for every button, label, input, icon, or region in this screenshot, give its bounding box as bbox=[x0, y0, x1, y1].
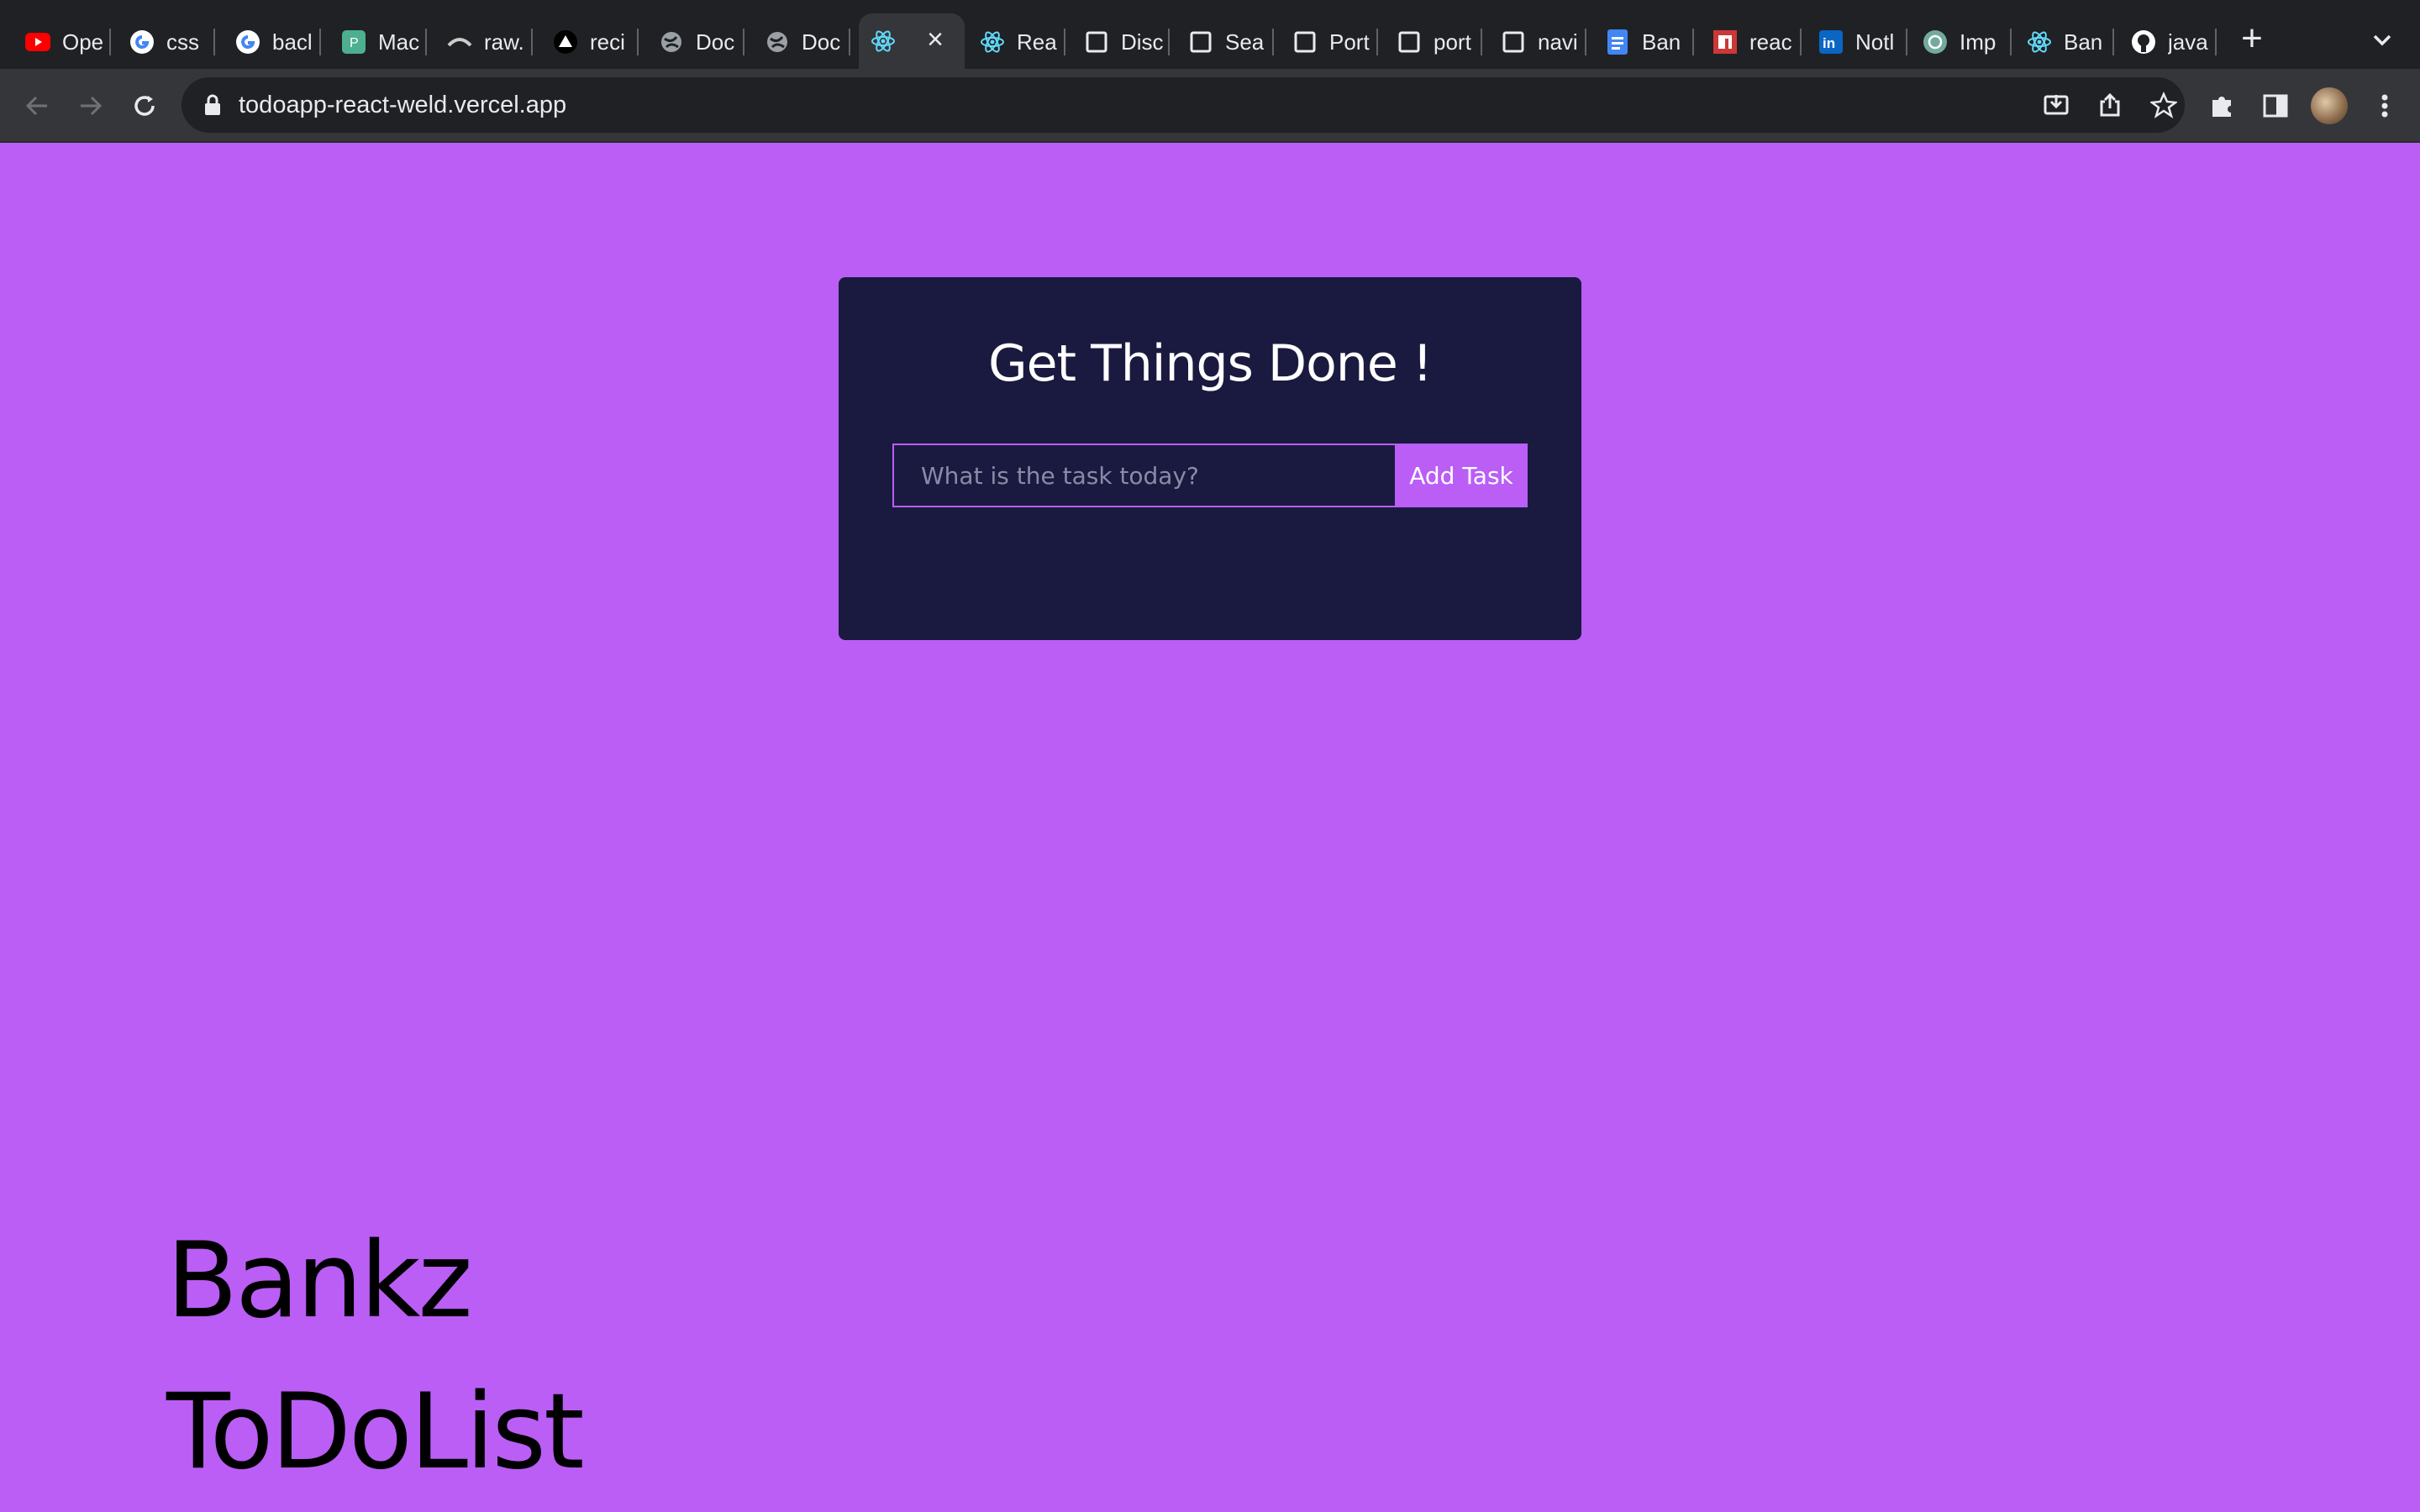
share-icon[interactable] bbox=[2096, 91, 2124, 119]
browser-tab[interactable]: css bbox=[118, 15, 215, 69]
browser-tab[interactable]: reci bbox=[541, 15, 639, 69]
svg-text:in: in bbox=[1823, 35, 1835, 51]
browser-tab[interactable]: Ban bbox=[2015, 15, 2114, 69]
lock-icon[interactable] bbox=[203, 94, 224, 116]
profile-avatar[interactable] bbox=[2311, 87, 2348, 124]
raw-icon bbox=[447, 29, 472, 55]
browser-tab[interactable]: Sea bbox=[1176, 15, 1274, 69]
browser-toolbar: todoapp-react-weld.vercel.app bbox=[0, 69, 2420, 143]
tab-title: Doc bbox=[696, 29, 735, 55]
svg-text:P: P bbox=[350, 36, 359, 50]
page-icon bbox=[1084, 29, 1109, 55]
react-icon bbox=[2027, 29, 2052, 55]
add-task-button[interactable]: Add Task bbox=[1395, 444, 1528, 507]
openai-icon bbox=[1923, 29, 1948, 55]
browser-tab[interactable]: java bbox=[2119, 15, 2217, 69]
side-panel-icon[interactable] bbox=[2259, 89, 2292, 123]
tab-title: reci bbox=[590, 29, 625, 55]
page-icon bbox=[1397, 29, 1422, 55]
tab-title: navi bbox=[1538, 29, 1578, 55]
npm-icon bbox=[1712, 29, 1738, 55]
page-icon bbox=[1292, 29, 1318, 55]
task-input[interactable] bbox=[892, 444, 1397, 507]
google-icon bbox=[235, 29, 260, 55]
browser-tab[interactable]: raw. bbox=[435, 15, 533, 69]
todo-card: Get Things Done ! Add Task bbox=[839, 277, 1581, 640]
docs-icon bbox=[1605, 29, 1630, 55]
tab-search-chevron-icon[interactable] bbox=[2368, 25, 2396, 54]
tab-title: raw. bbox=[484, 29, 524, 55]
tab-title: Disc bbox=[1121, 29, 1164, 55]
browser-tab[interactable]: P Mac bbox=[329, 15, 427, 69]
brand-subtitle: ToDoList bbox=[166, 1372, 585, 1493]
maccms-icon: P bbox=[341, 29, 366, 55]
brand-name: Bankz bbox=[166, 1221, 473, 1341]
browser-tab-strip: Ope css bacl P Mac raw. reci Doc Doc × R… bbox=[0, 0, 2420, 69]
browser-tab[interactable]: Port bbox=[1281, 15, 1378, 69]
browser-tab[interactable]: port bbox=[1385, 15, 1482, 69]
globe-icon bbox=[659, 29, 684, 55]
browser-tab[interactable]: Ope bbox=[13, 15, 111, 69]
linkedin-icon: in bbox=[1818, 29, 1844, 55]
tab-title: bacl bbox=[272, 29, 313, 55]
browser-tab[interactable]: reac bbox=[1701, 15, 1802, 69]
browser-tab[interactable]: Doc bbox=[753, 15, 850, 69]
tab-title: Ope bbox=[62, 29, 104, 55]
close-tab-icon[interactable]: × bbox=[921, 25, 950, 54]
tab-title: Port bbox=[1329, 29, 1370, 55]
reload-icon[interactable] bbox=[126, 87, 163, 124]
tab-title: Mac bbox=[378, 29, 420, 55]
forward-arrow-icon[interactable] bbox=[72, 87, 109, 124]
tab-title: port bbox=[1434, 29, 1471, 55]
tab-title: Imp bbox=[1960, 29, 1996, 55]
tab-title: Notl bbox=[1855, 29, 1895, 55]
react-icon bbox=[980, 29, 1005, 55]
browser-tab[interactable]: Doc bbox=[647, 15, 744, 69]
youtube-icon bbox=[25, 29, 50, 55]
browser-tab[interactable]: in Notl bbox=[1807, 15, 1907, 69]
tab-title: Rea bbox=[1017, 29, 1057, 55]
address-bar[interactable]: todoapp-react-weld.vercel.app bbox=[182, 77, 2185, 133]
google-icon bbox=[129, 29, 155, 55]
globe-icon bbox=[765, 29, 790, 55]
tab-title: Doc bbox=[802, 29, 841, 55]
tab-title: css bbox=[166, 29, 199, 55]
react-icon bbox=[871, 29, 896, 54]
page-icon bbox=[1501, 29, 1526, 55]
browser-tab[interactable]: bacl bbox=[224, 15, 321, 69]
github-icon bbox=[2131, 29, 2156, 55]
tab-title: reac bbox=[1749, 29, 1792, 55]
back-arrow-icon[interactable] bbox=[18, 87, 55, 124]
page-title: Get Things Done ! bbox=[988, 334, 1433, 393]
extensions-puzzle-icon[interactable] bbox=[2205, 89, 2238, 123]
browser-tab[interactable]: Rea bbox=[968, 15, 1065, 69]
browser-tab[interactable]: Imp bbox=[1911, 15, 2012, 69]
tab-title: Sea bbox=[1225, 29, 1265, 55]
tab-title: Ban bbox=[2064, 29, 2103, 55]
new-tab-icon[interactable]: + bbox=[2235, 20, 2269, 57]
tab-title: Ban bbox=[1642, 29, 1681, 55]
vercel-icon bbox=[553, 29, 578, 55]
browser-tab[interactable]: navi bbox=[1489, 15, 1586, 69]
more-menu-icon[interactable] bbox=[2368, 89, 2402, 123]
browser-tab-active[interactable]: × bbox=[859, 13, 965, 69]
page-icon bbox=[1188, 29, 1213, 55]
bookmark-star-icon[interactable] bbox=[2149, 91, 2178, 119]
browser-tab[interactable]: Disc bbox=[1072, 15, 1170, 69]
install-app-icon[interactable] bbox=[2042, 91, 2070, 119]
browser-tab[interactable]: Ban bbox=[1593, 15, 1694, 69]
url-text[interactable]: todoapp-react-weld.vercel.app bbox=[239, 77, 566, 133]
tab-title: java bbox=[2168, 29, 2208, 55]
